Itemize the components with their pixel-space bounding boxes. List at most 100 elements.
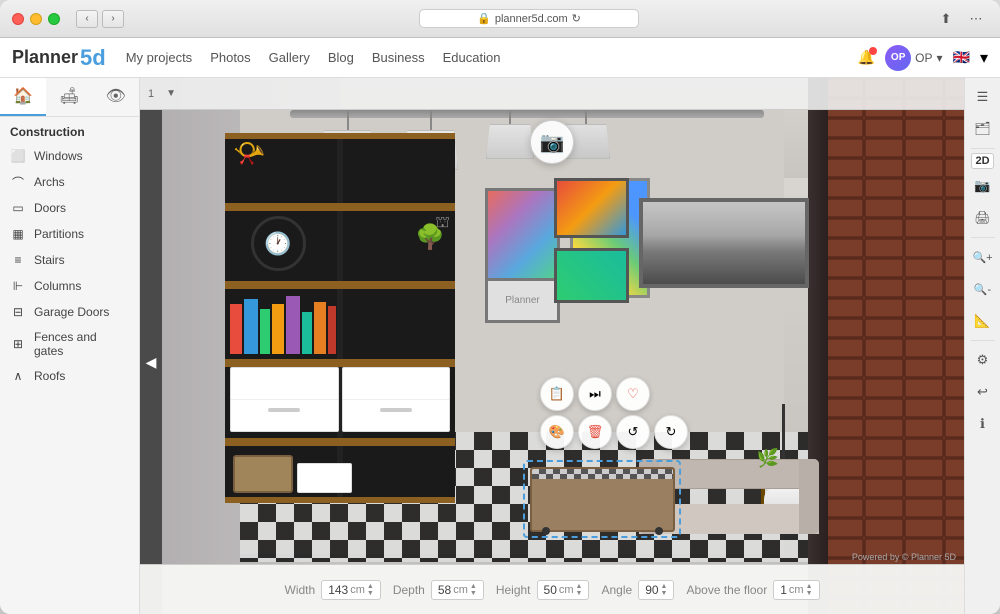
close-button[interactable] (12, 13, 24, 25)
sidebar-item-fences[interactable]: ⊞ Fences and gates (0, 325, 139, 363)
brand-text: Planner (12, 47, 78, 68)
settings-tool[interactable]: ⚙ (968, 345, 998, 375)
user-menu[interactable]: OP OP ▾ (885, 45, 942, 71)
sidebar-item-archs[interactable]: ⌒ Archs (0, 169, 139, 195)
nav-photos[interactable]: Photos (210, 48, 250, 67)
windows-icon: ⬜ (10, 148, 26, 164)
url-text: planner5d.com (495, 13, 568, 25)
minimize-button[interactable] (30, 13, 42, 25)
windows-label: Windows (34, 149, 83, 163)
zoom-out-tool[interactable]: 🔍- (968, 274, 998, 304)
height-arrows[interactable]: ▲▼ (576, 583, 583, 597)
partitions-icon: ▦ (10, 226, 26, 242)
depth-label: Depth (393, 583, 425, 597)
angle-label: Angle (601, 583, 632, 597)
maximize-button[interactable] (48, 13, 60, 25)
garage-icon: ⊟ (10, 304, 26, 320)
refresh-icon[interactable]: ↻ (572, 12, 581, 25)
canvas-filter-icon[interactable]: ▼ (166, 88, 176, 99)
more-button[interactable]: ⋯ (964, 7, 988, 31)
nav-business[interactable]: Business (372, 48, 425, 67)
nav-my-projects[interactable]: My projects (126, 48, 192, 67)
measure-tool[interactable]: 📐 (968, 306, 998, 336)
sidebar-tabs: 🏠 🛋 👁 (0, 78, 139, 117)
width-value-box[interactable]: 143 cm ▲▼ (321, 580, 381, 600)
titlebar: ‹ › 🔒 planner5d.com ↻ ⬆ ⋯ (0, 0, 1000, 38)
navbar: Planner 5d My projects Photos Gallery Bl… (0, 38, 1000, 78)
canvas-top-bar: 1 ▼ (140, 78, 964, 110)
partitions-label: Partitions (34, 227, 84, 241)
print-tool[interactable]: 🖨 (968, 203, 998, 233)
garage-label: Garage Doors (34, 305, 109, 319)
render-tool[interactable]: 📷 (968, 171, 998, 201)
avatar: OP (885, 45, 911, 71)
nav-gallery[interactable]: Gallery (269, 48, 310, 67)
forward-button[interactable]: › (102, 10, 124, 28)
floor-arrows[interactable]: ▲▼ (806, 583, 813, 597)
navbar-right: 🔔 OP OP ▾ 🇬🇧 ▾ (858, 45, 988, 71)
width-arrows[interactable]: ▲▼ (367, 583, 374, 597)
info-tool[interactable]: ℹ (968, 409, 998, 439)
height-value: 50 (544, 583, 557, 597)
nav-education[interactable]: Education (443, 48, 501, 67)
floor-unit: cm (789, 584, 804, 596)
painting-small: Planner (485, 278, 560, 323)
left-nav-button[interactable]: ◀ (140, 110, 162, 614)
stairs-label: Stairs (34, 253, 65, 267)
landscape-painting (639, 198, 809, 288)
depth-arrows[interactable]: ▲▼ (470, 583, 477, 597)
sidebar-item-windows[interactable]: ⬜ Windows (0, 143, 139, 169)
sidebar-item-partitions[interactable]: ▦ Partitions (0, 221, 139, 247)
back-button[interactable]: ‹ (76, 10, 98, 28)
separator-3 (971, 340, 995, 341)
depth-value-box[interactable]: 58 cm ▲▼ (431, 580, 484, 600)
sidebar-item-garage-doors[interactable]: ⊟ Garage Doors (0, 299, 139, 325)
sidebar-item-columns[interactable]: ⊩ Columns (0, 273, 139, 299)
zoom-in-tool[interactable]: 🔍+ (968, 242, 998, 272)
floor-value: 1 (780, 583, 787, 597)
sidebar-tab-view[interactable]: 👁 (93, 78, 139, 116)
height-value-box[interactable]: 50 cm ▲▼ (537, 580, 590, 600)
sidebar-item-stairs[interactable]: ≡ Stairs (0, 247, 139, 273)
doors-label: Doors (34, 201, 66, 215)
canvas-num: 1 (148, 88, 154, 100)
sidebar-item-doors[interactable]: ▭ Doors (0, 195, 139, 221)
url-bar[interactable]: 🔒 planner5d.com ↻ (419, 9, 639, 28)
favorite-button[interactable]: ♡ (616, 377, 650, 411)
sidebar-tab-furniture[interactable]: 🛋 (46, 78, 92, 116)
bookshelf: 🕐 🌳 (225, 133, 455, 503)
angle-value-box[interactable]: 90 ▲▼ (638, 580, 674, 600)
rotate-left-button[interactable]: ↺ (616, 415, 650, 449)
doors-icon: ▭ (10, 200, 26, 216)
width-group: Width 143 cm ▲▼ (285, 580, 381, 600)
floor-value-box[interactable]: 1 cm ▲▼ (773, 580, 819, 600)
menu-tool[interactable]: ☰ (968, 82, 998, 112)
language-flag[interactable]: 🇬🇧 (953, 49, 970, 66)
sidebar-tab-build[interactable]: 🏠 (0, 78, 46, 116)
width-label: Width (285, 583, 316, 597)
angle-arrows[interactable]: ▲▼ (661, 583, 668, 597)
share-button[interactable]: ⬆ (934, 7, 958, 31)
columns-icon: ⊩ (10, 278, 26, 294)
user-dropdown-icon: ▾ (937, 51, 943, 65)
canvas-area[interactable]: 1 ▼ 📷 (140, 78, 964, 614)
share-tool[interactable]: ↩ (968, 377, 998, 407)
paint-button[interactable]: 🎨 (540, 415, 574, 449)
copy-button[interactable]: 📋 (540, 377, 574, 411)
rotate-right-button[interactable]: ↻ (654, 415, 688, 449)
brand-num: 5d (80, 45, 106, 71)
notification-button[interactable]: 🔔 (858, 49, 875, 66)
right-tools: ☰ 🗂 2D 📷 🖨 🔍+ 🔍- 📐 ⚙ ↩ ℹ (964, 78, 1000, 614)
fences-icon: ⊞ (10, 336, 26, 352)
flip-button[interactable]: ⏭ (578, 377, 612, 411)
catalog-tool[interactable]: 🗂 (968, 114, 998, 144)
brick-wall (824, 78, 964, 614)
lock-icon: 🔒 (477, 12, 491, 25)
delete-button[interactable]: 🗑 (578, 415, 612, 449)
sidebar-item-roofs[interactable]: ∧ Roofs (0, 363, 139, 389)
nav-blog[interactable]: Blog (328, 48, 354, 67)
camera-button[interactable]: 📷 (530, 120, 574, 164)
separator-1 (971, 148, 995, 149)
2d-view-button[interactable]: 2D (971, 153, 993, 169)
stairs-icon: ≡ (10, 252, 26, 268)
